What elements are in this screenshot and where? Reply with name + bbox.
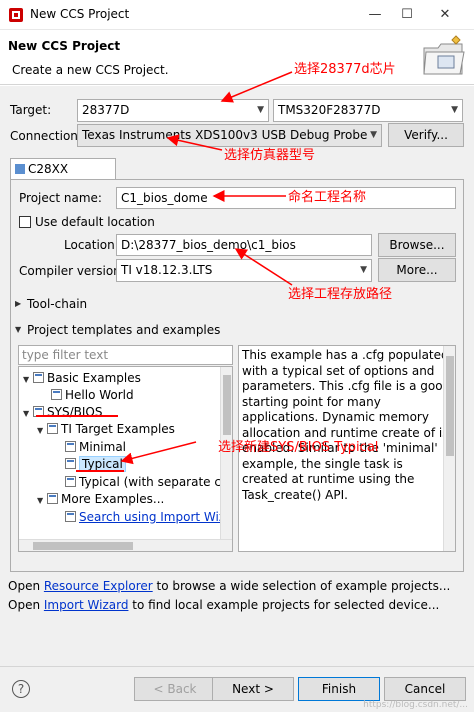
back-button[interactable]: < Back — [134, 677, 216, 701]
annotation-typical: 选择新建SYS/BIOS Typical — [218, 440, 379, 455]
template-icon — [65, 458, 76, 469]
close-button[interactable]: ✕ — [430, 4, 460, 26]
resource-explorer-link[interactable]: Resource Explorer — [44, 579, 153, 593]
wizard-header: New CCS Project Create a new CCS Project… — [0, 30, 474, 85]
wizard-content: Target: 28377D ▼ TMS320F28377D ▼ Connect… — [0, 86, 474, 666]
scrollbar-thumb[interactable] — [33, 542, 133, 550]
search-icon — [65, 511, 76, 522]
annotation-path: 选择工程存放路径 — [288, 287, 393, 302]
static-text: to browse a wide selection of example pr… — [152, 579, 451, 593]
location-input[interactable]: D:\28377_bios_demo\c1_bios — [116, 234, 372, 256]
maximize-button[interactable]: ☐ — [392, 4, 422, 26]
scrollbar-thumb[interactable] — [446, 356, 454, 456]
wizard-title: New CCS Project — [8, 39, 121, 53]
chevron-down-icon: ▼ — [23, 409, 30, 418]
description-scrollbar[interactable] — [443, 346, 455, 551]
tree-item-sysbios[interactable]: ▼ SYS/BIOS — [23, 404, 102, 422]
tree-item-label: Minimal — [79, 440, 127, 454]
target-family-value: 28377D — [82, 103, 130, 117]
tree-item-search-import[interactable]: Search using Import Wiza — [65, 509, 233, 525]
cancel-button[interactable]: Cancel — [384, 677, 466, 701]
tree-item-minimal[interactable]: Minimal — [65, 439, 126, 455]
minimize-button[interactable]: — — [360, 4, 390, 26]
help-icon[interactable]: ? — [12, 680, 30, 698]
connection-value: Texas Instruments XDS100v3 USB Debug Pro… — [82, 128, 368, 142]
ccs-app-icon — [9, 8, 23, 22]
annotation-chip: 选择28377d芯片 — [294, 62, 396, 77]
verify-button[interactable]: Verify... — [388, 123, 464, 147]
chevron-down-icon: ▼ — [37, 496, 44, 505]
annotation-name: 命名工程名称 — [288, 190, 367, 205]
target-label: Target: — [10, 103, 52, 117]
tree-item-hello-world[interactable]: Hello World — [51, 387, 134, 403]
tree-item-basic-examples[interactable]: ▼ Basic Examples — [23, 370, 141, 388]
tree-horizontal-scrollbar[interactable] — [19, 539, 232, 551]
next-button[interactable]: Next > — [212, 677, 294, 701]
tree-item-label: Hello World — [65, 388, 134, 402]
static-text: to find local example projects for selec… — [128, 598, 440, 612]
watermark: https://blog.csdn.net/... — [363, 700, 468, 710]
tree-item-label: Basic Examples — [47, 371, 141, 385]
device-family-icon — [15, 164, 25, 174]
templates-section[interactable]: Project templates and examples — [27, 323, 220, 337]
title-bar: New CCS Project — ☐ ✕ — [0, 0, 474, 30]
default-location-label: Use default location — [35, 215, 155, 229]
project-name-label: Project name: — [19, 191, 102, 205]
connection-label: Connection: — [10, 129, 82, 143]
toolchain-section[interactable]: Tool-chain — [27, 297, 87, 311]
static-text: Open — [8, 579, 44, 593]
typical-underline — [76, 470, 124, 472]
folder-icon — [47, 423, 58, 434]
folder-icon — [33, 372, 44, 383]
window-title: New CCS Project — [30, 7, 130, 21]
tree-item-typical-separate[interactable]: Typical (with separate co — [65, 474, 228, 490]
annotation-emulator: 选择仿真器型号 — [224, 148, 316, 163]
finish-button[interactable]: Finish — [298, 677, 380, 701]
chevron-right-icon[interactable]: ▶ — [15, 299, 21, 308]
template-filter-input[interactable]: type filter text — [18, 345, 233, 365]
template-icon — [65, 441, 76, 452]
chevron-down-icon: ▼ — [451, 105, 458, 115]
location-label: Location: — [64, 238, 119, 252]
new-project-folder-icon — [423, 35, 465, 75]
compiler-combo[interactable]: TI v18.12.3.LTS ▼ — [116, 259, 372, 282]
chevron-down-icon: ▼ — [257, 105, 264, 115]
chevron-down-icon: ▼ — [37, 426, 44, 435]
scrollbar-thumb[interactable] — [223, 375, 231, 435]
template-icon — [51, 389, 62, 400]
template-description-text: This example has a .cfg populated with a… — [242, 348, 451, 502]
compiler-value: TI v18.12.3.LTS — [121, 263, 213, 277]
wizard-description: Create a new CCS Project. — [12, 63, 169, 77]
tree-item-ti-target[interactable]: ▼ TI Target Examples — [37, 421, 175, 439]
tab-c28xx[interactable]: C28XX [C2000] — [10, 158, 116, 196]
compiler-label: Compiler version: — [19, 264, 125, 278]
static-text: Open — [8, 598, 44, 612]
chevron-down-icon: ▼ — [360, 265, 367, 275]
target-family-combo[interactable]: 28377D ▼ — [77, 99, 269, 122]
import-wizard-text: Open Import Wizard to find local example… — [8, 598, 439, 612]
default-location-checkbox[interactable] — [19, 216, 31, 228]
template-icon — [65, 476, 76, 487]
tree-item-label: Search using Import Wiza — [79, 510, 233, 524]
template-tree: ▼ Basic Examples Hello World ▼ SYS/BIOS ▼ T… — [18, 366, 233, 552]
browse-button[interactable]: Browse... — [378, 233, 456, 257]
project-name-input[interactable]: C1_bios_dome — [116, 187, 456, 209]
more-button[interactable]: More... — [378, 258, 456, 282]
tree-item-more-examples[interactable]: ▼ More Examples... — [37, 491, 164, 509]
sysbios-underline — [36, 415, 118, 417]
tree-item-label: Typical (with separate co — [79, 475, 229, 489]
target-device-combo[interactable]: TMS320F28377D ▼ — [273, 99, 463, 122]
target-device-value: TMS320F28377D — [278, 103, 381, 117]
wizard-footer: ? < Back Next > Finish Cancel https://bl… — [0, 666, 474, 712]
resource-explorer-text: Open Resource Explorer to browse a wide … — [8, 579, 450, 593]
tree-item-label: TI Target Examples — [61, 422, 175, 436]
tree-item-label: More Examples... — [61, 492, 165, 506]
chevron-down-icon[interactable]: ▼ — [15, 325, 21, 334]
folder-icon — [47, 493, 58, 504]
chevron-down-icon: ▼ — [370, 130, 377, 140]
import-wizard-link[interactable]: Import Wizard — [44, 598, 129, 612]
chevron-down-icon: ▼ — [23, 375, 30, 384]
